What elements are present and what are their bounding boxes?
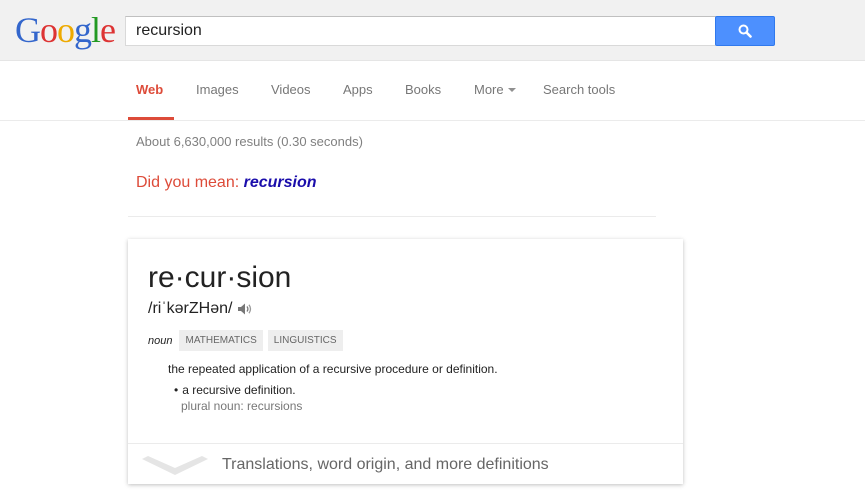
tab-more[interactable]: More bbox=[474, 61, 516, 120]
did-you-mean-label: Did you mean: bbox=[136, 174, 244, 191]
tab-books[interactable]: Books bbox=[405, 61, 441, 120]
search-input[interactable]: recursion bbox=[125, 16, 716, 46]
definition-text: the repeated application of a recursive … bbox=[168, 362, 498, 376]
active-tab-indicator bbox=[128, 117, 174, 120]
tab-web[interactable]: Web bbox=[136, 61, 163, 120]
tab-apps[interactable]: Apps bbox=[343, 61, 373, 120]
tab-images[interactable]: Images bbox=[196, 61, 239, 120]
part-of-speech: noun bbox=[148, 334, 173, 347]
plural-form: plural noun: recursions bbox=[181, 399, 303, 413]
tab-more-label: More bbox=[474, 82, 504, 97]
tab-videos[interactable]: Videos bbox=[271, 61, 311, 120]
domain-tag: LINGUISTICS bbox=[267, 330, 343, 351]
domain-tag: MATHEMATICS bbox=[179, 330, 263, 351]
logo-letter: l bbox=[91, 10, 101, 50]
search-button[interactable] bbox=[715, 16, 775, 46]
google-logo[interactable]: Google bbox=[15, 10, 116, 50]
bullet: • bbox=[174, 383, 179, 397]
logo-letter: o bbox=[40, 10, 58, 50]
logo-letter: e bbox=[100, 10, 116, 50]
logo-letter: o bbox=[57, 10, 75, 50]
more-definitions-toggle[interactable]: Translations, word origin, and more defi… bbox=[128, 443, 683, 484]
search-icon bbox=[738, 24, 752, 38]
did-you-mean: Did you mean: recursion bbox=[136, 173, 317, 193]
logo-letter: G bbox=[15, 10, 41, 50]
chevron-down-icon bbox=[142, 456, 208, 475]
more-definitions-link[interactable]: Translations, word origin, and more defi… bbox=[222, 455, 549, 475]
pos-row: noun MATHEMATICS LINGUISTICS bbox=[148, 330, 348, 351]
search-nav: Web Images Videos Apps Books More Search… bbox=[0, 61, 865, 121]
example-item: • a recursive definition. bbox=[174, 382, 296, 398]
dictionary-card: re·cur·sion /riˈkərZHən/ noun MATHEMATIC… bbox=[128, 239, 683, 484]
did-you-mean-link[interactable]: recursion bbox=[244, 174, 317, 191]
caret-down-icon bbox=[507, 87, 516, 92]
example-text: a recursive definition. bbox=[182, 383, 296, 397]
result-stats: About 6,630,000 results (0.30 seconds) bbox=[136, 134, 363, 149]
dictionary-word: re·cur·sion bbox=[148, 261, 292, 294]
speaker-icon[interactable] bbox=[237, 302, 253, 316]
header: Google recursion bbox=[0, 0, 865, 61]
phonetic-text: /riˈkərZHən/ bbox=[148, 300, 233, 317]
logo-letter: g bbox=[74, 10, 92, 50]
tab-search-tools[interactable]: Search tools bbox=[543, 61, 615, 120]
phonetic-row: /riˈkərZHən/ bbox=[148, 299, 253, 319]
divider bbox=[128, 216, 656, 217]
